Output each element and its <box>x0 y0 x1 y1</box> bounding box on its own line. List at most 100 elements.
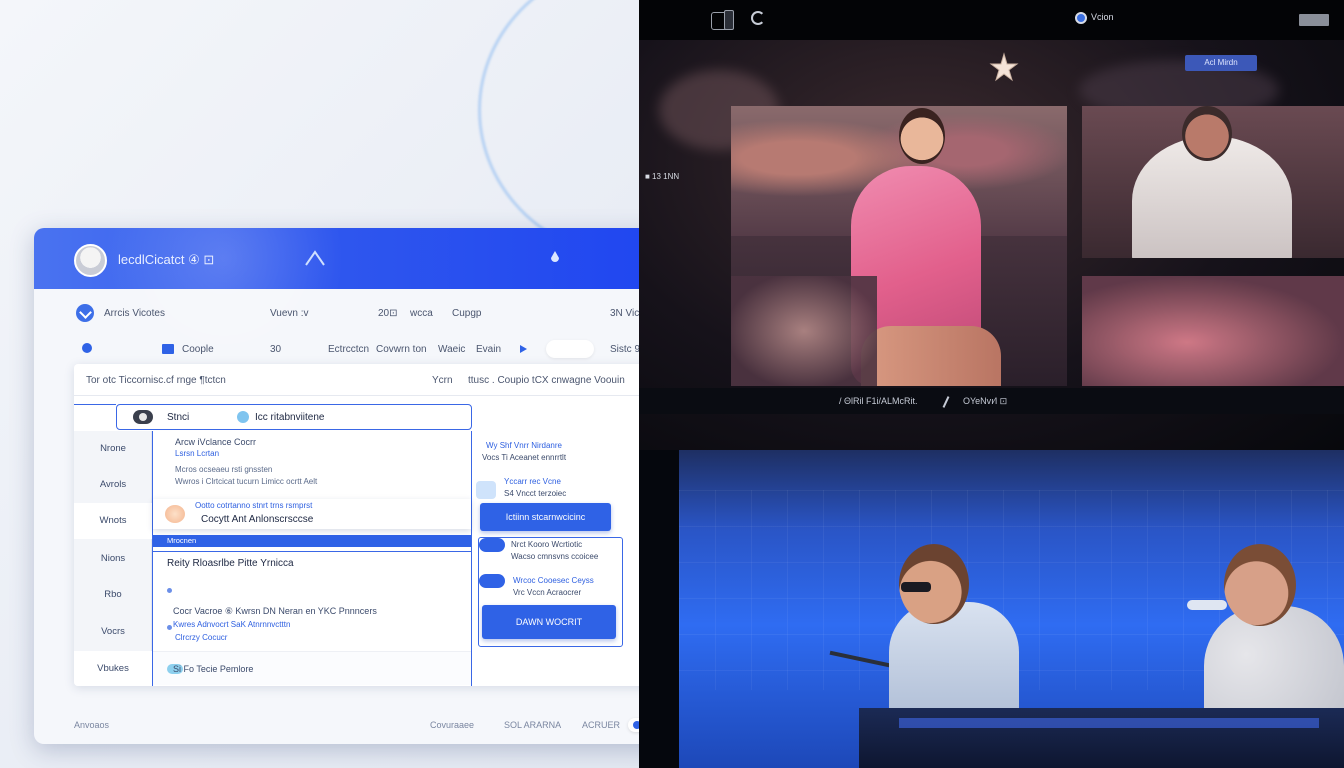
toolbar-col-1[interactable]: Ectrcctcn <box>328 344 369 355</box>
footer: Anvoaos Covuraaee SOL ARARNA ACRUER <box>34 714 678 738</box>
flag-icon[interactable] <box>162 344 174 354</box>
panel-header-left: Tor otc Ticcornisc.cf rnge ¶tctcn <box>86 375 226 386</box>
option-text: Vrc Vccn Acraocrer <box>513 588 582 597</box>
brand-row: Arrcis Vicotes Vuevn :v 20⊡ wcca Cupgp 3… <box>34 300 678 324</box>
footer-col-3[interactable]: ACRUER <box>582 720 620 730</box>
right-text: S4 Vncct terzoiec <box>504 489 567 498</box>
drop-icon[interactable] <box>550 250 560 264</box>
right-text[interactable]: Wy Shf Vnrr Nirdanre <box>486 441 562 450</box>
pen-icon[interactable] <box>942 396 950 408</box>
bullet-icon <box>167 588 172 593</box>
concert-stage-blue[interactable] <box>679 450 1344 768</box>
content-panel: Tor otc Ticcornisc.cf rnge ¶tctcn Ycrn t… <box>74 364 650 686</box>
blue-label: Mrocnen <box>167 536 197 545</box>
option-text: Wacso cmnsvns ccoicee <box>511 552 599 561</box>
list-item[interactable]: Lsrsn Lcrtan <box>175 449 219 458</box>
dj-desk <box>859 708 1344 768</box>
panel-header-r2[interactable]: ttusc . Coupio tCX cnwagne Voouin <box>468 375 625 386</box>
menu-icon[interactable] <box>1299 14 1329 26</box>
chevron-up-icon[interactable] <box>304 249 326 267</box>
status-dot-icon <box>82 343 92 353</box>
sidebar-item-6[interactable]: Vocrs <box>74 614 152 650</box>
option-toggle[interactable] <box>479 574 505 588</box>
list-item[interactable]: Mcros ocseaeu rsti gnssten <box>175 465 272 474</box>
sidebar-item-3[interactable]: Wnots <box>74 503 152 539</box>
sidebar-item-5[interactable]: Rbo <box>74 577 152 613</box>
list-item[interactable]: Kwres Adnvocrt SaK Atnrnnvctttn <box>173 620 290 629</box>
toolbar-col-3[interactable]: Waeic <box>438 344 465 355</box>
brand-col-1[interactable]: Vuevn :v <box>270 308 309 319</box>
toolbar-pill[interactable] <box>546 340 594 358</box>
media-title: Vcion <box>1091 12 1114 22</box>
footer-col-2[interactable]: SOL ARARNA <box>504 720 561 730</box>
performer-head <box>1182 106 1232 161</box>
footer-left[interactable]: Anvoaos <box>74 720 109 730</box>
sidebar-item-4[interactable]: Nions <box>74 541 152 577</box>
refresh-icon[interactable] <box>751 11 765 25</box>
app-window: lecdlCicatct ④ ⊡ Arrcis Vicotes Vuevn :v… <box>34 228 678 744</box>
list-item[interactable]: Wwros i Clrtcicat tucurn Limicc ocrtt Ae… <box>175 477 317 486</box>
status-dot-icon <box>1075 12 1087 24</box>
overlay-label[interactable]: Acl Mirdn <box>1185 55 1257 71</box>
secondary-action-button[interactable]: DAWN WOCRIT <box>482 605 616 639</box>
panel-header: Tor otc Ticcornisc.cf rnge ¶tctcn Ycrn t… <box>74 364 650 396</box>
section-row[interactable]: Reity Rloasrlbe Pitte Yrnicca <box>153 551 471 577</box>
bullet-icon <box>167 625 172 630</box>
selected-text: Icc ritabnviitene <box>255 412 325 423</box>
list-item[interactable]: Arcw iVclance Cocrr <box>175 437 256 447</box>
highlight-title: Cocytt Ant Anlonscrsccse <box>201 514 314 525</box>
footer-col-1[interactable]: Covuraaee <box>430 720 474 730</box>
performer-photo-2[interactable] <box>1082 276 1344 386</box>
sidebar-item-2[interactable]: Avrols <box>74 467 152 503</box>
badge-icon <box>476 481 496 499</box>
singer-legs <box>861 326 1001 386</box>
selected-row[interactable]: Stnci Icc ritabnviitene <box>116 404 472 430</box>
selection-connector <box>74 404 116 430</box>
brand-col-3[interactable]: wcca <box>410 308 433 319</box>
media-topbar: Vcion <box>639 0 1344 40</box>
panel-header-r1[interactable]: Ycrn <box>432 375 453 386</box>
option-toggle[interactable] <box>479 538 505 552</box>
highlight-row[interactable]: Ootto cotrtanno stnrt trns rsmprst Cocyt… <box>153 499 471 529</box>
primary-action-button[interactable]: Ictiinn stcarnwcicinc <box>480 503 611 531</box>
sidebar-item-7[interactable]: Vbukes <box>74 651 152 686</box>
media-caption-strip: / ΘlRil F1i/ALMcRit. OYeNvı⁄l ⊡ <box>639 388 1344 414</box>
logo-icon <box>76 304 94 322</box>
singer-head <box>899 108 945 164</box>
right-text[interactable]: Yccarr rec Vcne <box>504 477 561 486</box>
play-icon[interactable] <box>520 345 527 353</box>
header-title: lecdlCicatct ④ ⊡ <box>118 252 215 267</box>
brand-col-2[interactable]: 20⊡ <box>378 308 398 319</box>
toolbar-item[interactable]: Coople <box>182 344 214 355</box>
performer-photo-1[interactable] <box>1082 106 1344 258</box>
media-side-tag: ■ 13 1NN <box>645 172 680 181</box>
mic-stand <box>1187 600 1227 610</box>
toolbar-row: Coople 30 Ectrcctcn Covwrn ton Waeic Eva… <box>34 336 678 362</box>
toolbar-col-2[interactable]: Covwrn ton <box>376 344 427 355</box>
star-icon <box>989 52 1019 82</box>
decorative-arc <box>478 0 640 260</box>
window-icon[interactable] <box>711 10 734 30</box>
toolbar-col-4[interactable]: Evain <box>476 344 501 355</box>
sidebar-item-1[interactable]: Nrone <box>74 431 152 467</box>
caption-right: OYeNvı⁄l ⊡ <box>963 396 1008 406</box>
chip-icon <box>237 411 249 423</box>
brand-col-4[interactable]: Cupgp <box>452 308 481 319</box>
desk-rail <box>899 718 1319 728</box>
right-column: Wy Shf Vnrr Nirdanre Vocs Ti Aceanet enn… <box>472 431 650 686</box>
highlight-sub: Ootto cotrtanno stnrt trns rsmprst <box>195 501 313 510</box>
crowd-photo[interactable] <box>731 276 877 386</box>
toolbar-right[interactable]: Sistc 9 <box>610 344 640 355</box>
list-column: Arcw iVclance Cocrr Lsrsn Lcrtan Mcros o… <box>152 431 472 686</box>
list-item[interactable]: Cocr Vacroe ⑥ Kwrsn DN Neran en YKC Pnnn… <box>173 606 377 617</box>
selected-label: Stnci <box>167 412 190 423</box>
brand-name: Arrcis Vicotes <box>104 308 165 319</box>
musician-2-head <box>1224 544 1296 626</box>
bottom-row[interactable]: Si Fo Tecie Pemlore <box>153 651 471 685</box>
blue-label-row[interactable]: Mrocnen <box>153 535 471 547</box>
avatar[interactable] <box>74 244 107 277</box>
media-panel: Vcion ■ 13 1NN Acl Mirdn / ΘlRil F1i/ALM… <box>639 0 1344 768</box>
list-item[interactable]: Clrcrzy Cocucr <box>175 633 227 642</box>
section-title: Reity Rloasrlbe Pitte Yrnicca <box>167 558 294 569</box>
app-header: lecdlCicatct ④ ⊡ <box>34 228 678 368</box>
